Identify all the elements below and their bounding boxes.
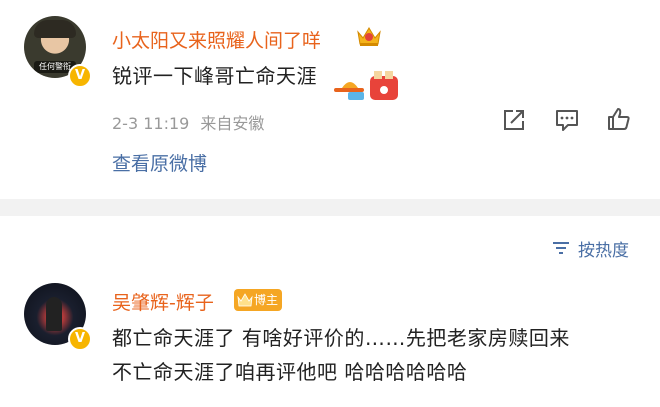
timestamp: 2-3 11:19 来自安徽	[112, 110, 264, 134]
avatar-figure	[46, 297, 62, 331]
sticker-icon	[334, 71, 398, 100]
blogger-badge: 博主	[234, 289, 283, 311]
view-original-link[interactable]: 查看原微博	[112, 149, 207, 176]
sort-icon	[553, 242, 569, 254]
like-icon[interactable]	[606, 106, 632, 132]
sort-label: 按热度	[578, 241, 629, 261]
section-separator	[0, 199, 660, 216]
verified-icon: V	[68, 327, 92, 351]
comment-text: 锐评一下峰哥亡命天涯	[112, 64, 317, 88]
share-icon[interactable]	[501, 107, 527, 133]
timestamp-text: 2-3 11:19	[112, 114, 190, 133]
location-text: 来自安徽	[200, 114, 265, 133]
crown-icon	[357, 27, 381, 46]
username[interactable]: 吴肇辉-辉子	[112, 288, 214, 315]
verified-icon: V	[68, 64, 92, 88]
comment-icon[interactable]	[554, 107, 580, 133]
comment-text-line-1: 都亡命天涯了 有啥好评价的……先把老家房赎回来	[112, 326, 570, 350]
username[interactable]: 小太阳又来照耀人间了咩	[112, 26, 321, 53]
comment-text-line-2: 不亡命天涯了咱再评他吧 哈哈哈哈哈哈	[112, 360, 468, 384]
crown-icon	[237, 293, 253, 307]
badge-label: 博主	[254, 293, 279, 307]
avatar-cap	[34, 20, 76, 38]
